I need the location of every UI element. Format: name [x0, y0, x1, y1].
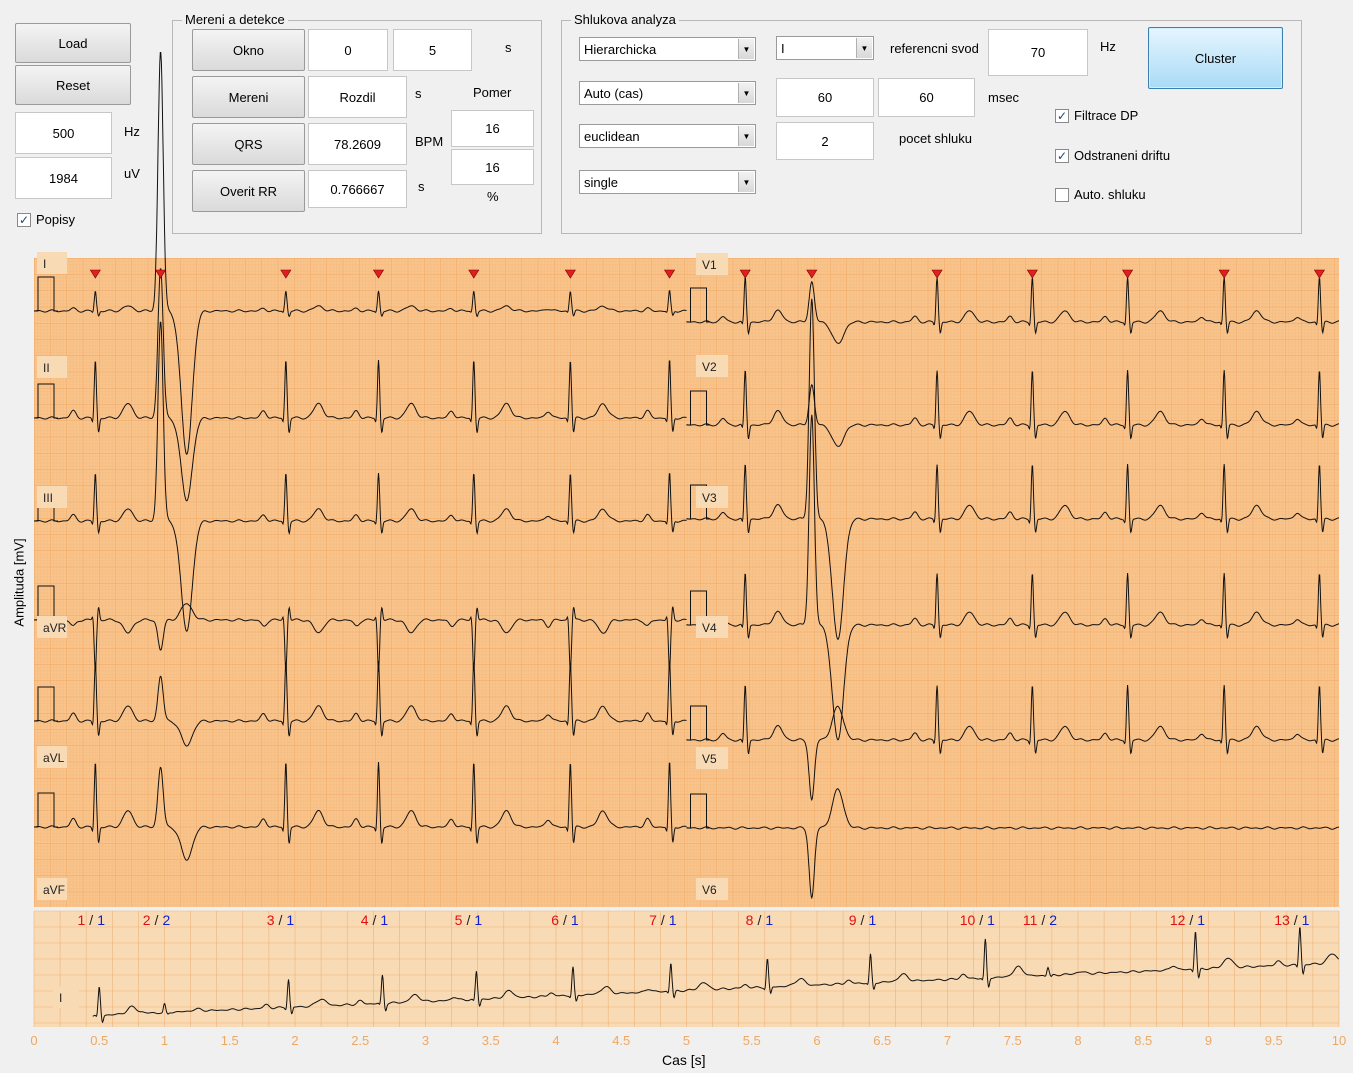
- x-tick-label: 1.5: [221, 1033, 239, 1048]
- beat-label: 6/1: [551, 912, 579, 928]
- beat-label: 8/1: [746, 912, 774, 928]
- x-tick-label: 6: [813, 1033, 820, 1048]
- x-tick-label: 4.5: [612, 1033, 630, 1048]
- beat-label: 9/1: [849, 912, 877, 928]
- x-tick-label: 9: [1205, 1033, 1212, 1048]
- lead-label-bg: [37, 356, 67, 378]
- lead-label-V2: V2: [702, 360, 717, 374]
- ecg-plot: IIIIIIaVRaVLaVFV1V2V3V4V5V6I 1/1 2/2 3/1 4/…: [30, 52, 1346, 1048]
- x-tick-label: 5.5: [743, 1033, 761, 1048]
- x-tick-label: 7.5: [1004, 1033, 1022, 1048]
- beat-label: 1/1: [78, 912, 106, 928]
- x-tick-label: 0: [30, 1033, 37, 1048]
- beat-label: 7/1: [649, 912, 677, 928]
- x-tick-label: 8: [1074, 1033, 1081, 1048]
- lead-label-II: II: [43, 361, 50, 375]
- beat-label: 4/1: [361, 912, 389, 928]
- lead-label-aVR: aVR: [43, 621, 67, 635]
- lead-label-III: III: [43, 491, 53, 505]
- x-tick-label: 3.5: [482, 1033, 500, 1048]
- x-tick-label: 5: [683, 1033, 690, 1048]
- x-tick-label: 6.5: [873, 1033, 891, 1048]
- x-tick-label: 2.5: [351, 1033, 369, 1048]
- lead-label-I: I: [43, 257, 46, 271]
- x-tick-label: 1: [161, 1033, 168, 1048]
- lead-label-V4: V4: [702, 621, 717, 635]
- beat-label: 2/2: [143, 912, 171, 928]
- beat-label: 5/1: [455, 912, 483, 928]
- lead-label-bg: [37, 252, 67, 274]
- x-axis-label: Cas [s]: [662, 1052, 706, 1068]
- lead-label-aVF: aVF: [43, 883, 65, 897]
- lead-label-bg: [53, 986, 79, 1008]
- beat-label: 3/1: [267, 912, 295, 928]
- lead-label-aVL: aVL: [43, 751, 65, 765]
- x-tick-label: 0.5: [90, 1033, 108, 1048]
- lead-label-I: I: [59, 991, 62, 1005]
- lead-label-V1: V1: [702, 258, 717, 272]
- x-tick-label: 7: [944, 1033, 951, 1048]
- lead-label-V5: V5: [702, 752, 717, 766]
- x-tick-label: 9.5: [1265, 1033, 1283, 1048]
- x-tick-label: 8.5: [1134, 1033, 1152, 1048]
- lead-label-V3: V3: [702, 491, 717, 505]
- x-tick-label: 4: [552, 1033, 559, 1048]
- x-tick-label: 3: [422, 1033, 429, 1048]
- lead-label-V6: V6: [702, 883, 717, 897]
- x-tick-label: 10: [1332, 1033, 1346, 1048]
- x-tick-label: 2: [291, 1033, 298, 1048]
